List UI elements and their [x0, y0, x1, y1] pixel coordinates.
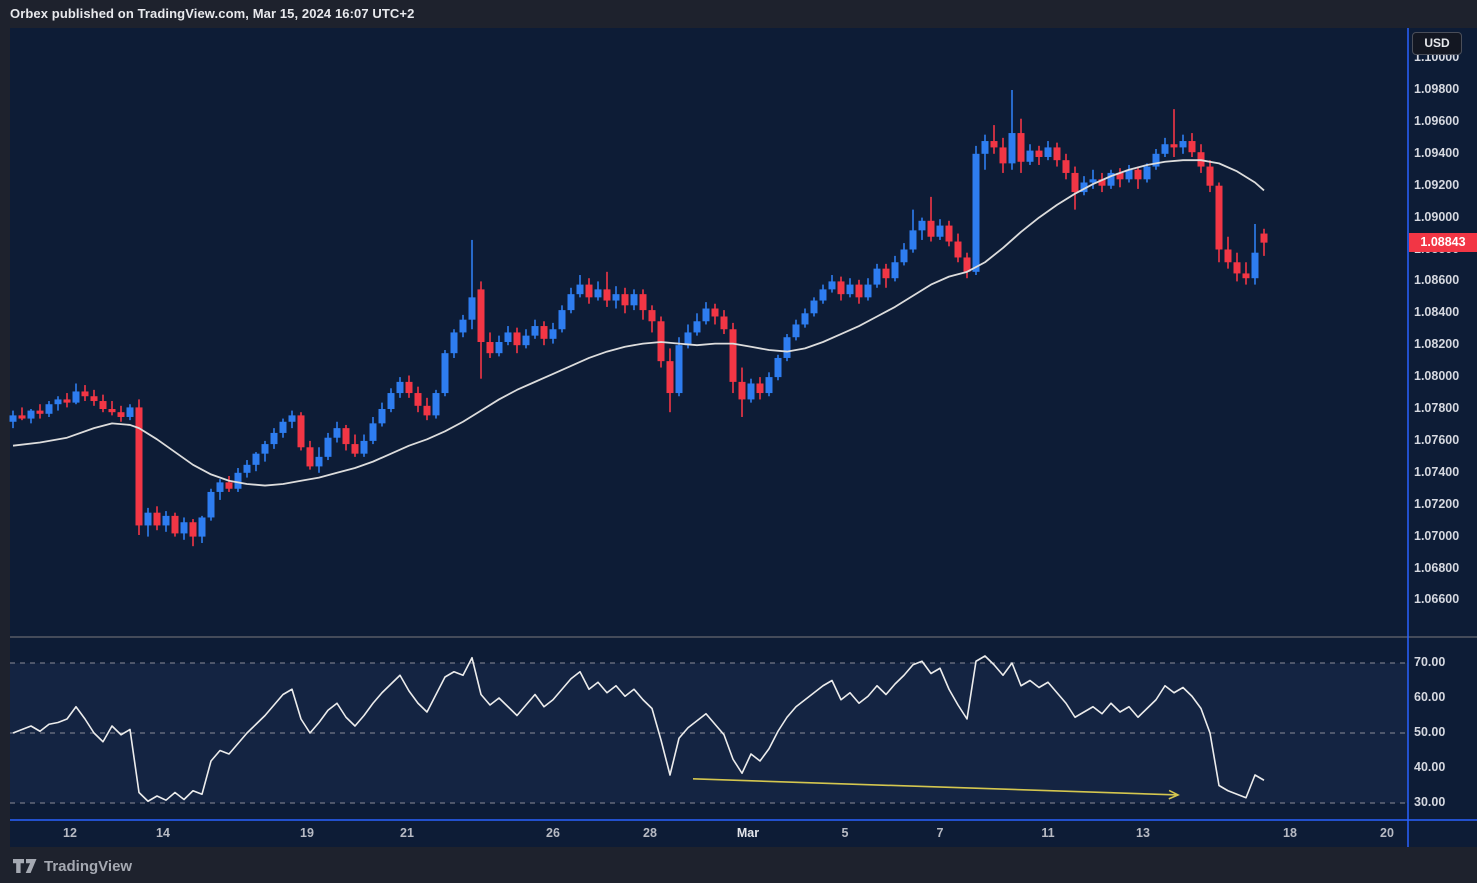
- rsi-tick-label: 60.00: [1414, 690, 1445, 704]
- price-tick-label: 1.07400: [1414, 465, 1459, 479]
- price-tick-label: 1.07600: [1414, 433, 1459, 447]
- date-tick-label: 14: [156, 826, 170, 840]
- date-tick-label: 26: [546, 826, 560, 840]
- price-tick-label: 1.07000: [1414, 529, 1459, 543]
- footer-bar: [0, 847, 1477, 883]
- currency-toggle-button[interactable]: USD: [1412, 32, 1462, 55]
- price-tick-label: 1.09600: [1414, 114, 1459, 128]
- rsi-tick-label: 30.00: [1414, 795, 1445, 809]
- price-tick-label: 1.09800: [1414, 82, 1459, 96]
- date-tick-label: 20: [1380, 826, 1394, 840]
- price-tick-label: 1.06600: [1414, 592, 1459, 606]
- date-tick-label: 18: [1283, 826, 1297, 840]
- date-tick-label: Mar: [737, 826, 759, 840]
- date-tick-label: 11: [1041, 826, 1054, 840]
- tradingview-logo-icon: [12, 856, 38, 876]
- date-tick-label: 7: [937, 826, 944, 840]
- tradingview-logo-text: TradingView: [44, 858, 132, 875]
- tradingview-logo[interactable]: TradingView: [12, 856, 132, 876]
- date-tick-label: 19: [300, 826, 314, 840]
- rsi-band-fill: [10, 663, 1408, 803]
- rsi-tick-label: 40.00: [1414, 760, 1445, 774]
- date-tick-label: 13: [1136, 826, 1150, 840]
- date-tick-label: 12: [63, 826, 77, 840]
- price-tick-label: 1.09400: [1414, 146, 1459, 160]
- price-tick-label: 1.08600: [1414, 273, 1459, 287]
- date-tick-label: 28: [643, 826, 657, 840]
- date-tick-label: 21: [400, 826, 414, 840]
- price-tick-label: 1.07200: [1414, 497, 1459, 511]
- price-tick-label: 1.08400: [1414, 305, 1459, 319]
- price-tick-label: 1.07800: [1414, 401, 1459, 415]
- rsi-tick-label: 70.00: [1414, 655, 1445, 669]
- last-price-badge: 1.08843: [1409, 233, 1477, 252]
- price-tick-label: 1.09000: [1414, 210, 1459, 224]
- rsi-tick-label: 50.00: [1414, 725, 1445, 739]
- price-chart-canvas[interactable]: [0, 0, 1477, 883]
- price-tick-label: 1.09200: [1414, 178, 1459, 192]
- date-tick-label: 5: [842, 826, 849, 840]
- tradingview-published-chart: Orbex published on TradingView.com, Mar …: [0, 0, 1477, 883]
- price-tick-label: 1.08000: [1414, 369, 1459, 383]
- price-tick-label: 1.06800: [1414, 561, 1459, 575]
- price-tick-label: 1.08200: [1414, 337, 1459, 351]
